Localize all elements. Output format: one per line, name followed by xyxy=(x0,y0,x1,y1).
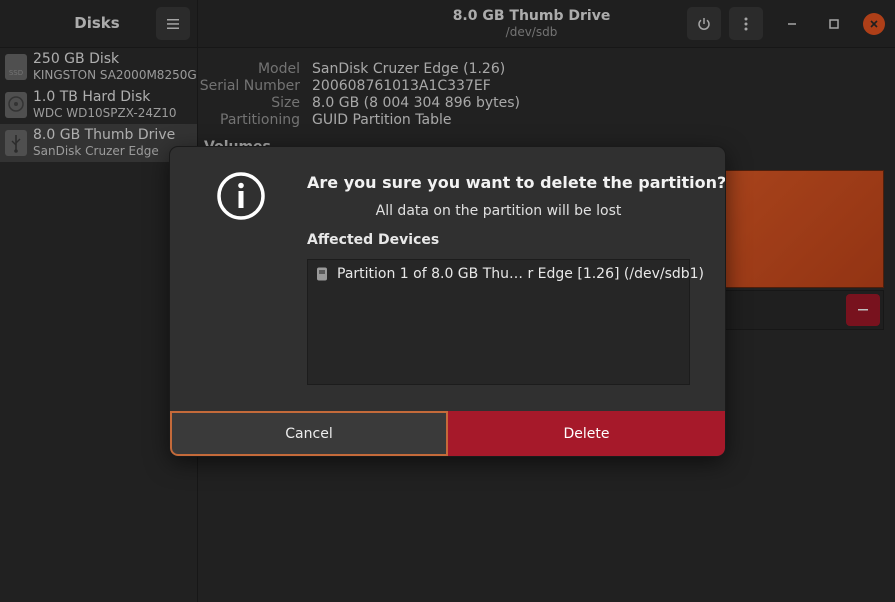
list-item: Partition 1 of 8.0 GB Thu… r Edge [1.26]… xyxy=(316,266,704,282)
info-icon xyxy=(217,172,265,220)
delete-button[interactable]: Delete xyxy=(448,411,725,456)
partition-icon xyxy=(317,267,327,281)
delete-partition-dialog: Are you sure you want to delete the part… xyxy=(170,147,725,456)
device-name: Partition 1 of 8.0 GB Thu… r Edge [1.26]… xyxy=(337,266,705,282)
dialog-button-row: Cancel Delete xyxy=(170,411,725,456)
dialog-title: Are you sure you want to delete the part… xyxy=(307,173,725,192)
affected-devices-label: Affected Devices xyxy=(307,232,440,248)
affected-devices-list[interactable]: Partition 1 of 8.0 GB Thu… r Edge [1.26]… xyxy=(307,259,704,385)
cancel-button[interactable]: Cancel xyxy=(170,411,448,456)
dialog-subtitle: All data on the partition will be lost xyxy=(375,203,622,219)
